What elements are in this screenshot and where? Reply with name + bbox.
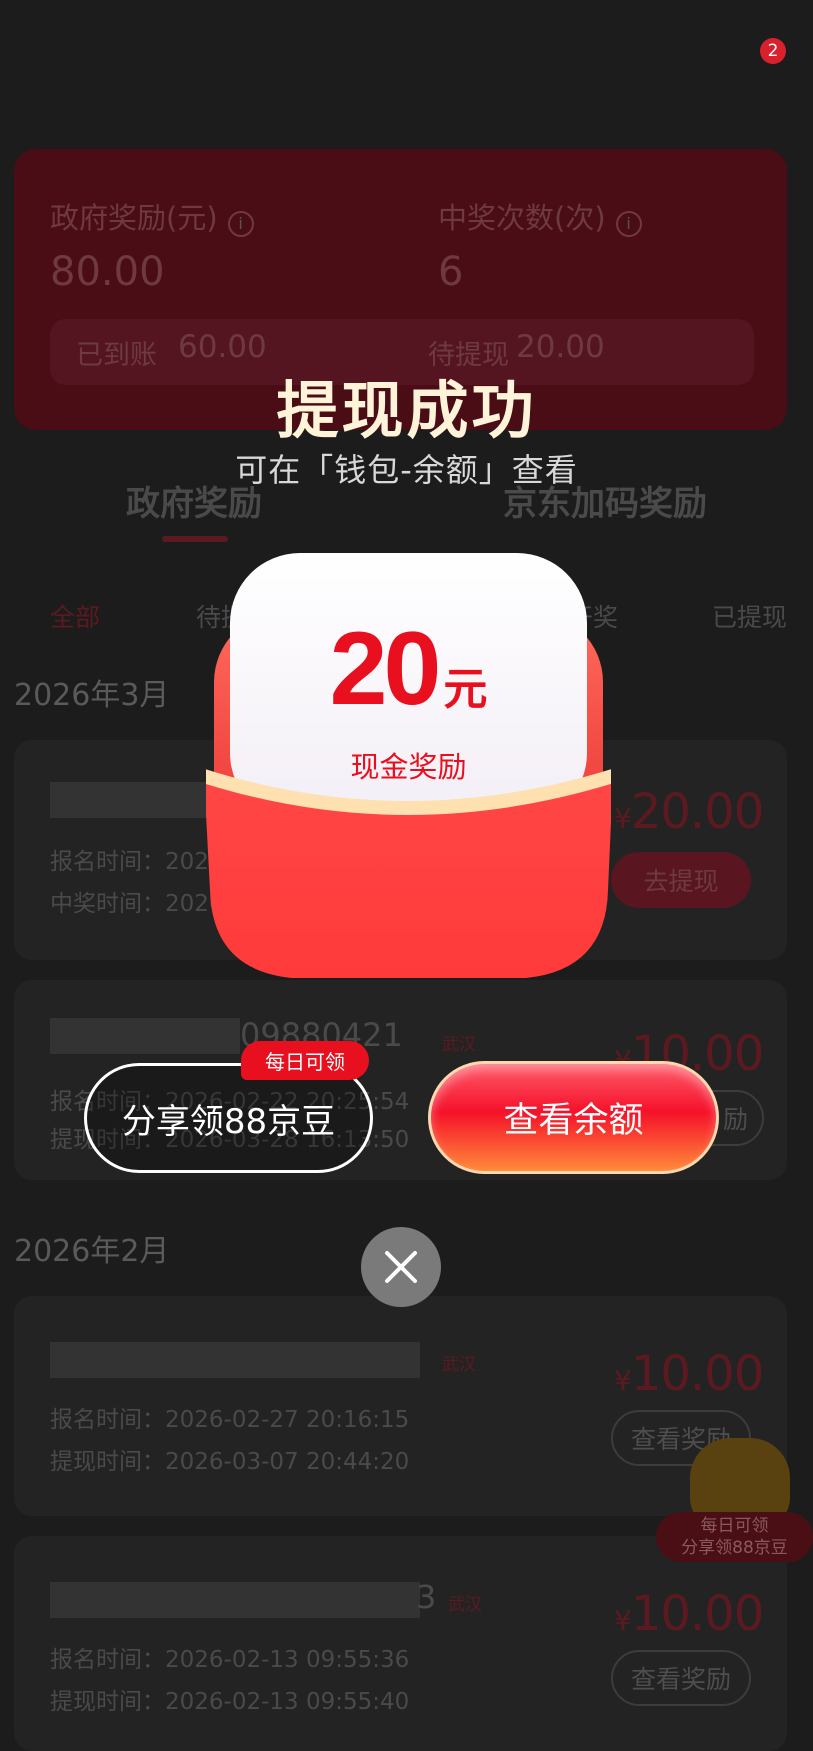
view-balance-button[interactable]: 查看余额 [428,1061,719,1174]
signup-time-label: 报名时间： [50,849,165,875]
modal-title: 提现成功 [276,374,537,447]
filter-withdrawn[interactable]: 已提现 [712,598,787,634]
list-item[interactable]: 武汉 报名时间：2026-02-27 20:16:15 提现时间：2026-03… [14,1296,787,1516]
filter-all[interactable]: 全部 [50,598,100,634]
signup-time-label: 报名时间： [50,1647,165,1673]
win-count-value: 6 [438,249,464,295]
record-id-tail: 3 [416,1578,437,1616]
withdraw-button[interactable]: 去提现 [611,852,751,908]
notification-badge[interactable]: 2 [760,38,786,64]
gov-reward-label: 政府奖励(元) [50,201,218,235]
modal-subtitle: 可在「钱包-余额」查看 [235,451,578,489]
blurred-id [50,1018,240,1054]
reward-label: 现金奖励 [350,750,467,784]
withdraw-time-value: 2026-02-13 09:55:40 [165,1689,410,1715]
daily-tag: 每日可领 [241,1041,369,1080]
promo-line1: 每日可领 [700,1516,769,1536]
reward-unit: 元 [443,664,488,715]
red-envelope: 20 元 现金奖励 [197,550,620,982]
info-icon[interactable]: i [227,210,254,237]
signup-time-value: 2026-02-27 20:16:15 [165,1407,410,1433]
win-time-label: 中奖时间： [50,891,165,917]
withdraw-time-label: 提现时间： [50,1689,165,1715]
promo-line2: 分享领88京豆 [681,1538,788,1558]
close-button[interactable] [361,1227,441,1307]
month-header: 2026年3月 [14,678,170,713]
blurred-id [50,1582,420,1618]
blurred-id [50,782,210,818]
blurred-id [50,1342,420,1378]
reward-amount-row: 20 元 [206,610,611,729]
record-amount: ¥20.00 [614,784,764,840]
view-reward-button[interactable]: 查看奖励 [611,1650,751,1706]
withdraw-time-value: 2026-03-07 20:44:20 [165,1449,410,1475]
city-tag: 武汉 [442,1035,476,1055]
record-amount: ¥10.00 [614,1586,764,1642]
city-tag: 武汉 [442,1355,476,1375]
gov-reward-value: 80.00 [50,249,165,295]
month-header: 2026年2月 [14,1234,170,1269]
floating-share-promo[interactable]: 每日可领 分享领88京豆 [656,1512,813,1562]
info-icon[interactable]: i [615,210,642,237]
withdraw-time-label: 提现时间： [50,1449,165,1475]
signup-time-value: 2026-02-13 09:55:36 [165,1647,410,1673]
city-tag: 武汉 [448,1595,482,1615]
signup-time-value: 202 [165,849,209,875]
record-amount: ¥10.00 [614,1346,764,1402]
close-icon [385,1251,417,1283]
signup-time-label: 报名时间： [50,1407,165,1433]
tab-indicator [162,536,228,542]
list-item[interactable]: 3 武汉 报名时间：2026-02-13 09:55:36 提现时间：2026-… [14,1536,787,1751]
win-count-label: 中奖次数(次) [438,201,606,235]
reward-amount: 20 [329,611,442,727]
